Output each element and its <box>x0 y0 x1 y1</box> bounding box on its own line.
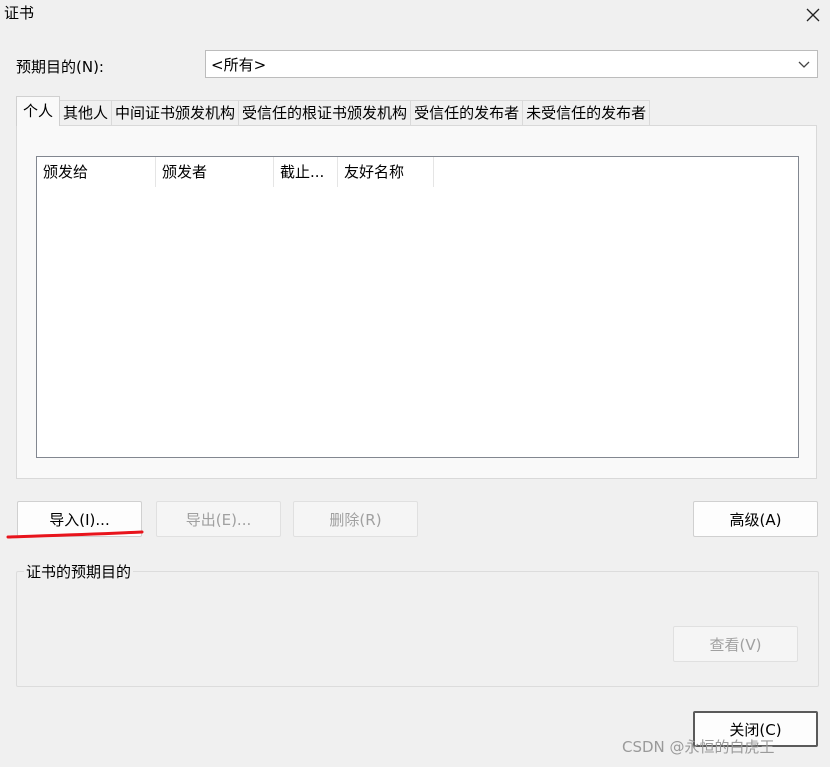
tab-trusted-root-ca[interactable]: 受信任的根证书颁发机构 <box>238 100 412 126</box>
export-button[interactable]: 导出(E)... <box>156 501 281 537</box>
close-window-button[interactable] <box>796 0 830 30</box>
purpose-selected-value: <所有> <box>211 55 267 74</box>
list-header: 颁发给 颁发者 截止... 友好名称 <box>37 157 798 187</box>
close-icon <box>806 8 820 22</box>
remove-button[interactable]: 删除(R) <box>293 501 418 537</box>
annotation-underline <box>6 530 144 539</box>
column-header-expiration[interactable]: 截止... <box>274 157 338 187</box>
column-header-friendly-name[interactable]: 友好名称 <box>338 157 434 187</box>
tab-untrusted-publishers[interactable]: 未受信任的发布者 <box>522 100 651 126</box>
window-title: 证书 <box>4 4 35 22</box>
intended-purposes-legend: 证书的预期目的 <box>24 562 134 582</box>
column-header-issued-by[interactable]: 颁发者 <box>156 157 274 187</box>
advanced-button[interactable]: 高级(A) <box>693 501 818 537</box>
certificate-store-tabs: 个人 其他人 中间证书颁发机构 受信任的根证书颁发机构 受信任的发布者 未受信任… <box>16 96 651 126</box>
certificate-list[interactable]: 颁发给 颁发者 截止... 友好名称 <box>36 156 799 458</box>
tab-other-people[interactable]: 其他人 <box>59 100 113 126</box>
watermark: CSDN @永恒的白虎王 <box>622 738 775 756</box>
tab-trusted-publishers[interactable]: 受信任的发布者 <box>410 100 524 126</box>
purpose-select[interactable]: <所有> <box>205 50 818 78</box>
chevron-down-icon <box>798 61 810 68</box>
column-header-issued-to[interactable]: 颁发给 <box>37 157 156 187</box>
view-button[interactable]: 查看(V) <box>673 626 798 662</box>
tab-intermediate-ca[interactable]: 中间证书颁发机构 <box>111 100 240 126</box>
tab-personal[interactable]: 个人 <box>16 96 61 126</box>
purpose-label: 预期目的(N): <box>16 58 104 76</box>
